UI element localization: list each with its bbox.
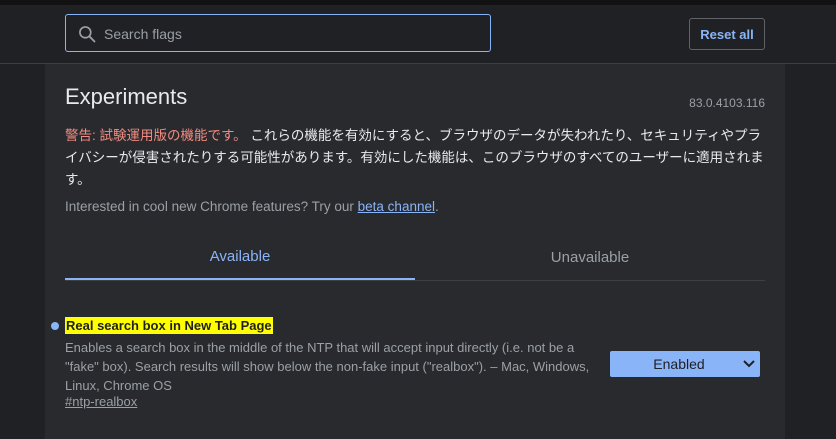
modified-flag-indicator — [51, 322, 59, 330]
tab-unavailable-label: Unavailable — [550, 248, 630, 266]
flag-title: Real search box in New Tab Page — [65, 317, 273, 334]
beta-channel-link[interactable]: beta channel — [358, 199, 435, 214]
beta-promo-suffix: . — [434, 199, 439, 214]
tab-available-label: Available — [209, 247, 271, 265]
beta-promo-text: Interested in cool new Chrome features? … — [65, 199, 358, 214]
reset-all-button[interactable]: Reset all — [689, 18, 765, 50]
tab-divider — [65, 280, 765, 281]
flag-state-select[interactable]: Enabled — [610, 351, 760, 377]
flag-description: Enables a search box in the middle of th… — [65, 340, 590, 393]
flags-header: Reset all — [0, 5, 836, 64]
beta-promo: Interested in cool new Chrome features? … — [65, 199, 439, 214]
search-box[interactable] — [65, 14, 491, 53]
search-icon — [79, 26, 96, 43]
version-label: 83.0.4103.116 — [689, 96, 765, 110]
search-input[interactable] — [102, 15, 486, 53]
warning-prefix: 警告: 試験運用版の機能です。 — [65, 128, 247, 143]
tab-unavailable[interactable]: Unavailable — [415, 234, 765, 280]
experiments-panel: Experiments 83.0.4103.116 警告: 試験運用版の機能です… — [45, 64, 785, 439]
page-title: Experiments — [65, 84, 188, 109]
warning-text: 警告: 試験運用版の機能です。 これらの機能を有効にすると、ブラウザのデータが失… — [65, 125, 765, 191]
flag-state-value: Enabled — [653, 356, 705, 372]
tab-available[interactable]: Available — [65, 234, 415, 280]
chevron-down-icon — [738, 351, 760, 377]
flag-permalink[interactable]: #ntp-realbox — [65, 394, 137, 409]
